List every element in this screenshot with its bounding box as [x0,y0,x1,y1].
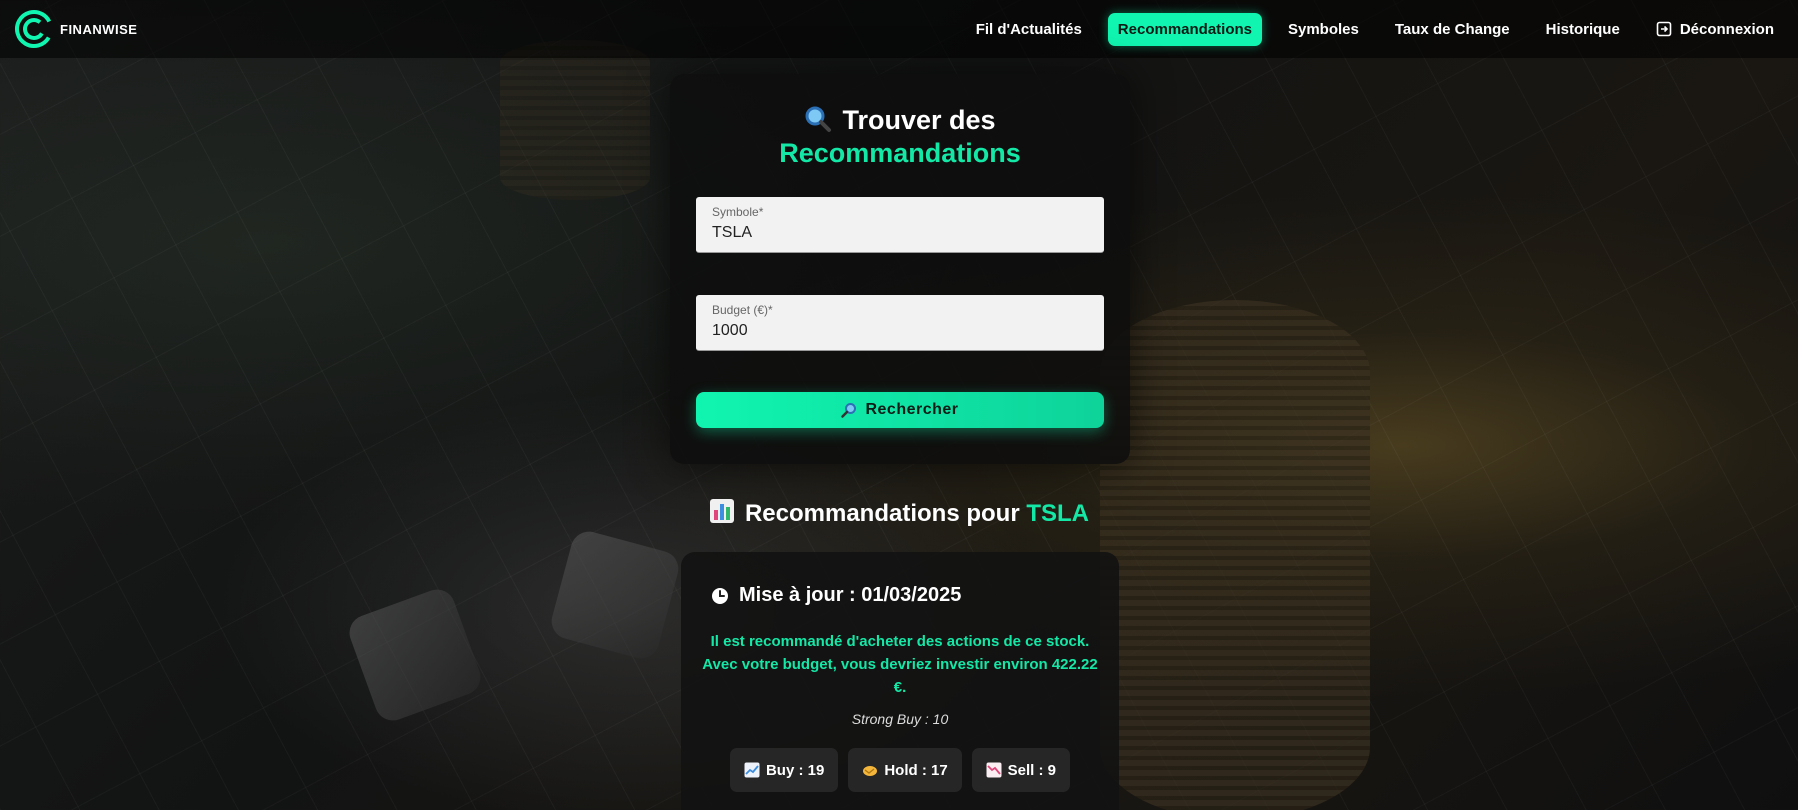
search-button[interactable]: Rechercher [696,392,1104,428]
logout-button[interactable]: Déconnexion [1646,13,1784,46]
search-card: Trouver des Recommandations Symbole* Bud… [670,74,1130,464]
logout-icon [1656,21,1672,37]
update-date-text: Mise à jour : 01/03/2025 [739,584,962,606]
rating-badges: Buy : 19 Hold : 17 Sell : 9 [681,748,1119,792]
bar-chart-icon [709,499,734,523]
strong-buy-count: Strong Buy : 10 [851,711,949,727]
buy-badge-label: Buy : 19 [765,761,825,779]
symbol-input[interactable] [712,222,1082,244]
sell-badge-label: Sell : 9 [1007,761,1057,779]
recommendation-text: Il est recommandé d'acheter des actions … [702,633,1098,696]
budget-input[interactable] [712,320,1082,342]
hold-badge: Hold : 17 [848,748,962,792]
brand-name: FINANWISE [60,21,138,37]
nav-link-recommendations[interactable]: Recommandations [1107,12,1262,46]
background-coins [500,40,650,200]
budget-label: Budget (€)* [712,303,773,317]
update-date: Mise à jour : 01/03/2025 [711,584,961,607]
magnifier-icon [841,403,857,418]
background-coins [1100,300,1370,810]
search-title-line1: Trouver des [842,105,996,135]
brand[interactable]: FINANWISE [14,9,137,49]
search-title-line2: Recommandations [779,138,1021,168]
nav-links: Fil d'Actualités Recommandations Symbole… [956,12,1784,46]
results-title: Recommandations pour TSLA [0,498,1798,528]
top-navbar: FINANWISE Fil d'Actualités Recommandatio… [0,0,1798,58]
chart-up-icon [744,762,760,778]
results-symbol: TSLA [1026,500,1090,527]
nav-link-history[interactable]: Historique [1536,13,1630,46]
symbol-label: Symbole* [712,205,764,219]
budget-field[interactable]: Budget (€)* [696,295,1104,351]
handshake-icon [863,766,878,776]
chart-down-icon [986,762,1002,778]
logout-label: Déconnexion [1679,20,1774,38]
sell-badge: Sell : 9 [971,748,1071,792]
background-dice [344,584,486,726]
finanwise-logo-icon [15,10,53,48]
clock-icon [712,587,728,604]
search-title: Trouver des Recommandations [670,104,1130,170]
symbol-field[interactable]: Symbole* [696,197,1104,253]
magnifier-icon [805,106,832,132]
results-title-prefix: Recommandations pour [744,500,1020,527]
hold-badge-label: Hold : 17 [884,761,948,779]
buy-badge: Buy : 19 [729,748,839,792]
nav-link-symbols[interactable]: Symboles [1278,13,1369,46]
search-button-label: Rechercher [865,401,959,418]
nav-link-exchange-rates[interactable]: Taux de Change [1385,13,1520,46]
recommendation-card: Mise à jour : 01/03/2025 Il est recomman… [681,552,1119,810]
background-dice [547,527,683,663]
nav-link-news[interactable]: Fil d'Actualités [966,13,1092,46]
